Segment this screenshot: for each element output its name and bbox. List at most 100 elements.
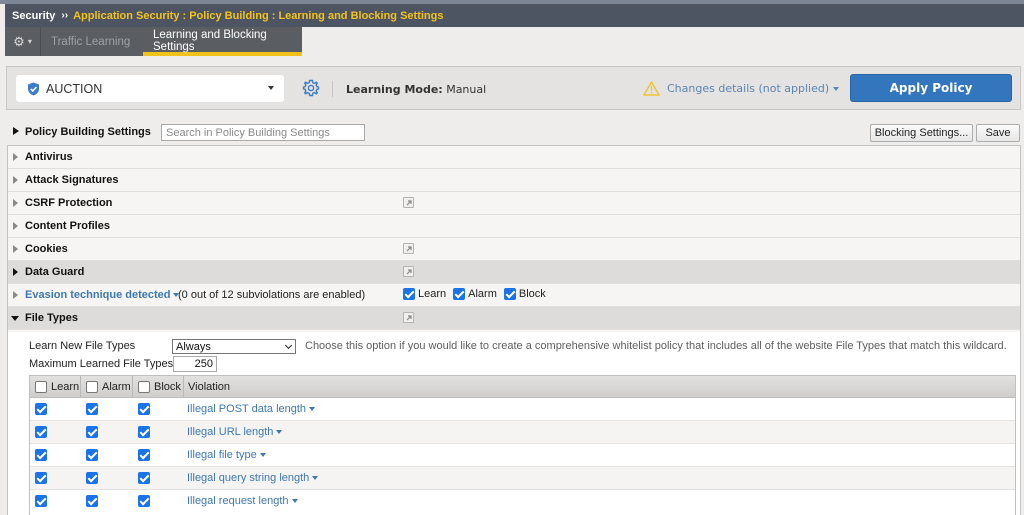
checkbox-label: Block: [518, 288, 546, 300]
breadcrumb-section[interactable]: Security: [12, 10, 55, 22]
settings-panel: Antivirus Attack Signatures CSRF Protect…: [7, 145, 1021, 515]
max-learned-file-types-input[interactable]: [173, 356, 217, 372]
expand-triangle-icon: [13, 245, 18, 253]
external-link-icon[interactable]: [403, 243, 414, 254]
violation-label: Illegal file type: [187, 449, 257, 461]
policy-building-settings-header: Policy Building Settings Blocking Settin…: [0, 122, 1024, 144]
alarm-checkbox[interactable]: [86, 495, 98, 507]
violation-link[interactable]: Illegal query string length: [187, 472, 319, 484]
changes-details-label: Changes details (not applied): [667, 82, 830, 95]
learn-all-checkbox[interactable]: [35, 380, 47, 393]
table-row: Illegal URL length: [30, 421, 1015, 444]
learn-checkbox[interactable]: [35, 472, 47, 484]
evasion-block-checkbox[interactable]: [503, 288, 516, 300]
caret-down-icon: [312, 476, 319, 480]
violation-link[interactable]: Illegal URL length: [187, 426, 283, 438]
alarm-all-checkbox[interactable]: [86, 380, 98, 393]
column-label: Violation: [188, 380, 230, 393]
max-learned-file-types-label: Maximum Learned File Types: [29, 358, 174, 370]
expand-triangle-icon[interactable]: [13, 127, 19, 135]
tab-traffic-learning[interactable]: Traffic Learning: [40, 27, 143, 56]
section-row-file-types[interactable]: File Types: [8, 307, 1020, 330]
save-button[interactable]: Save: [976, 124, 1020, 142]
evasion-technique-link[interactable]: Evasion technique detected: [25, 289, 180, 301]
learn-checkbox[interactable]: [35, 426, 47, 438]
table-row: Illegal request length: [30, 490, 1015, 513]
tab-learning-and-blocking-settings[interactable]: Learning and Blocking Settings: [143, 27, 302, 56]
learn-checkbox[interactable]: [35, 403, 47, 415]
section-row-cookies[interactable]: Cookies: [8, 238, 1020, 261]
violation-label: Illegal query string length: [187, 472, 310, 484]
section-row-content-profiles[interactable]: Content Profiles: [8, 215, 1020, 238]
evasion-learn-checkbox[interactable]: [403, 288, 415, 300]
section-label: Content Profiles: [25, 220, 110, 232]
learn-checkbox[interactable]: [35, 495, 47, 507]
block-all-checkbox[interactable]: [138, 380, 150, 393]
table-row: Illegal POST data length: [30, 398, 1015, 421]
violation-label: Illegal URL length: [187, 426, 274, 438]
tab-menu-button[interactable]: ⚙ ▾: [5, 27, 40, 56]
tab-bar: ⚙ ▾ Traffic Learning Learning and Blocki…: [5, 27, 302, 56]
changes-details-dropdown[interactable]: Changes details (not applied): [643, 81, 840, 96]
section-label: CSRF Protection: [25, 197, 113, 209]
section-label: Attack Signatures: [25, 174, 119, 186]
violation-link[interactable]: Illegal file type: [187, 449, 266, 461]
violation-link[interactable]: Illegal request length: [187, 495, 298, 507]
expand-triangle-icon: [13, 176, 18, 184]
block-checkbox[interactable]: [138, 495, 150, 507]
file-types-body: Learn New File Types Always Choose this …: [8, 332, 1020, 515]
section-row-antivirus[interactable]: Antivirus: [8, 146, 1020, 169]
collapse-triangle-icon: [11, 316, 19, 321]
gear-icon[interactable]: [302, 79, 320, 97]
policy-name: AUCTION: [46, 81, 103, 96]
tab-label: Learning and Blocking Settings: [153, 29, 267, 53]
subviolations-note: (0 out of 12 subviolations are enabled): [178, 289, 366, 301]
divider: [332, 81, 333, 97]
caret-down-icon: [259, 453, 266, 457]
external-link-icon[interactable]: [403, 312, 414, 323]
learning-mode: Learning Mode: Manual: [346, 83, 486, 96]
section-row-attack-signatures[interactable]: Attack Signatures: [8, 169, 1020, 192]
block-checkbox[interactable]: [138, 426, 150, 438]
violation-label: Illegal POST data length: [187, 403, 307, 415]
block-checkbox[interactable]: [138, 449, 150, 461]
block-checkbox[interactable]: [138, 403, 150, 415]
learning-mode-label: Learning Mode:: [346, 83, 443, 96]
apply-policy-button[interactable]: Apply Policy: [850, 74, 1012, 102]
caret-down-icon: ▾: [27, 37, 32, 46]
caret-down-icon: [276, 430, 283, 434]
caret-down-icon: [309, 407, 316, 411]
alarm-checkbox[interactable]: [86, 472, 98, 484]
alarm-checkbox[interactable]: [86, 403, 98, 415]
section-label: File Types: [25, 312, 78, 324]
column-header-alarm: Alarm: [81, 376, 133, 397]
blocking-settings-button[interactable]: Blocking Settings...: [870, 124, 973, 142]
section-row-data-guard[interactable]: Data Guard: [8, 261, 1020, 284]
checkbox-label: Learn: [418, 288, 447, 300]
block-checkbox[interactable]: [138, 472, 150, 484]
expand-triangle-icon: [13, 199, 18, 207]
table-row: Illegal query string length: [30, 467, 1015, 490]
violation-link[interactable]: Illegal POST data length: [187, 403, 316, 415]
policy-select[interactable]: AUCTION: [16, 75, 284, 102]
column-label: Learn: [51, 380, 80, 393]
learn-new-file-types-select[interactable]: Always: [172, 339, 296, 354]
learn-checkbox[interactable]: [35, 449, 47, 461]
section-row-csrf-protection[interactable]: CSRF Protection: [8, 192, 1020, 215]
section-label: Antivirus: [25, 151, 73, 163]
external-link-icon[interactable]: [403, 266, 414, 277]
chevron-down-icon: [284, 341, 293, 350]
shield-check-icon: [28, 82, 39, 95]
evasion-alarm-checkbox[interactable]: [453, 288, 466, 300]
policy-building-settings-title[interactable]: Policy Building Settings: [25, 126, 151, 138]
violation-label: Illegal request length: [187, 495, 289, 507]
section-label: Data Guard: [25, 266, 85, 278]
learn-new-file-types-label: Learn New File Types: [29, 340, 136, 352]
external-link-icon[interactable]: [403, 197, 414, 208]
expand-triangle-icon[interactable]: [13, 291, 18, 299]
table-row: Illegal file type: [30, 444, 1015, 467]
column-label: Block: [154, 380, 181, 393]
alarm-checkbox[interactable]: [86, 426, 98, 438]
alarm-checkbox[interactable]: [86, 449, 98, 461]
policy-building-search-input[interactable]: [161, 124, 365, 141]
